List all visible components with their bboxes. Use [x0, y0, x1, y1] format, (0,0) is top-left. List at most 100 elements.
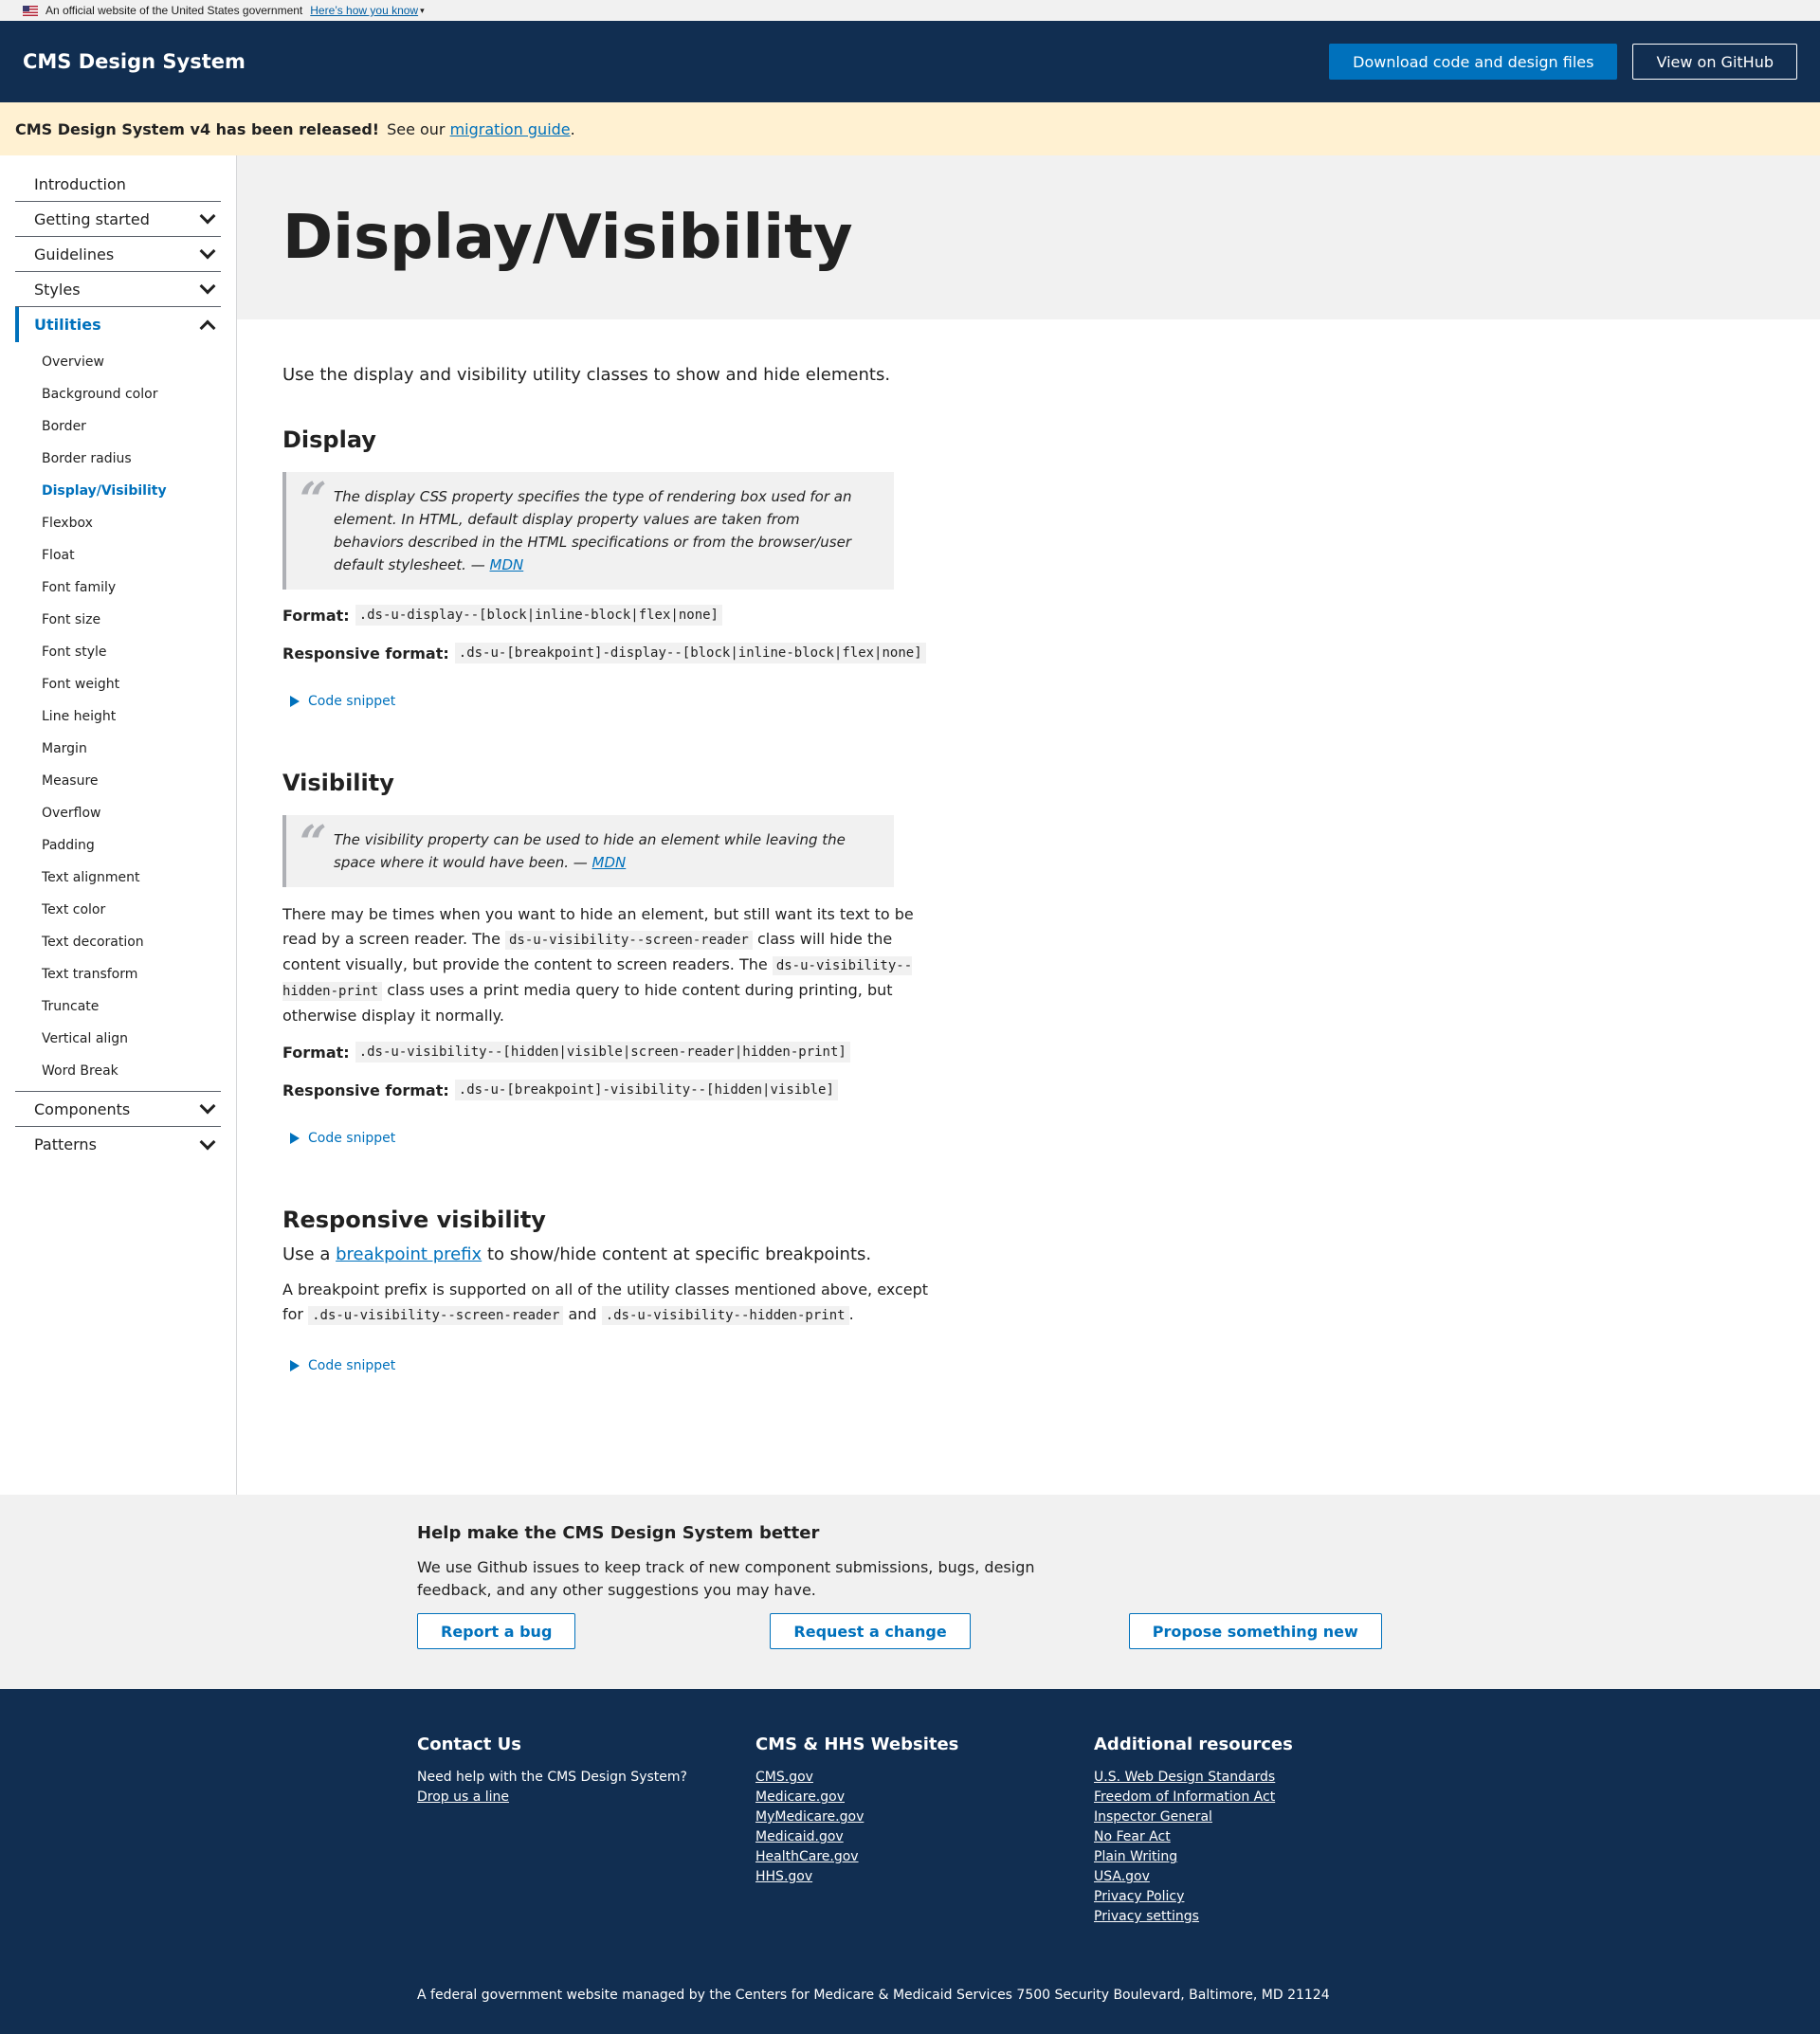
propose-new-button[interactable]: Propose something new — [1128, 1613, 1382, 1649]
footer-link[interactable]: MyMedicare.gov — [755, 1807, 1094, 1827]
format-code: .ds-u-display--[block|inline-block|flex|… — [355, 605, 722, 626]
migration-guide-link[interactable]: migration guide — [450, 120, 571, 138]
site-footer: Contact Us Need help with the CMS Design… — [0, 1689, 1820, 2034]
sidebar-item-introduction[interactable]: Introduction — [15, 167, 221, 202]
sidebar-item-utilities[interactable]: Utilities — [15, 307, 221, 342]
sidebar-bottom-group: Components Patterns — [15, 1091, 221, 1162]
subnav-item[interactable]: Float — [42, 539, 221, 572]
footer-link[interactable]: HHS.gov — [755, 1867, 1094, 1887]
download-button[interactable]: Download code and design files — [1329, 44, 1618, 80]
footer-link[interactable]: No Fear Act — [1094, 1827, 1432, 1847]
visibility-responsive-format: Responsive format: .ds-u-[breakpoint]-vi… — [282, 1080, 938, 1100]
chevron-down-icon — [199, 278, 216, 295]
code-snippet-toggle[interactable]: Code snippet — [290, 694, 938, 709]
responsive-lead-text: Use a — [282, 1244, 331, 1264]
footer-link[interactable]: Privacy settings — [1094, 1907, 1432, 1927]
sidebar-item-label: Components — [34, 1099, 131, 1118]
footer-websites: CMS & HHS Websites CMS.gov Medicare.gov … — [755, 1734, 1094, 1927]
inline-code: .ds-u-visibility--hidden-print — [601, 1306, 849, 1325]
mdn-link[interactable]: MDN — [592, 854, 627, 871]
sidebar-item-styles[interactable]: Styles — [15, 272, 221, 307]
display-quote: “ The display CSS property specifies the… — [282, 472, 894, 590]
subnav-item[interactable]: Vertical align — [42, 1023, 221, 1055]
subnav-item[interactable]: Overflow — [42, 797, 221, 829]
subnav-item[interactable]: Word Break — [42, 1055, 221, 1087]
footer-contact-text: Need help with the CMS Design System? — [417, 1770, 687, 1785]
responsive-format-code: .ds-u-[breakpoint]-display--[block|inlin… — [454, 643, 926, 663]
responsive-text: . — [848, 1305, 854, 1323]
subnav-item[interactable]: Font size — [42, 604, 221, 636]
subnav-item[interactable]: Line height — [42, 700, 221, 733]
display-quote-text: The display CSS property specifies the t… — [334, 488, 852, 573]
subnav-item[interactable]: Margin — [42, 733, 221, 765]
footer-heading: Contact Us — [417, 1734, 522, 1754]
subnav-item[interactable]: Font weight — [42, 668, 221, 700]
subnav-item[interactable]: Background color — [42, 378, 221, 410]
subnav-item[interactable]: Measure — [42, 765, 221, 797]
subnav-item-current[interactable]: Display/Visibility — [42, 475, 221, 507]
subnav-item[interactable]: Text transform — [42, 958, 221, 990]
chevron-up-icon — [199, 319, 216, 336]
footer-link[interactable]: Privacy Policy — [1094, 1887, 1432, 1907]
footer-link[interactable]: Plain Writing — [1094, 1847, 1432, 1867]
main-content: Display/Visibility Use the display and v… — [237, 155, 1820, 1495]
sidebar-item-components[interactable]: Components — [15, 1092, 221, 1127]
footer-link[interactable]: Medicaid.gov — [755, 1827, 1094, 1847]
release-banner: CMS Design System v4 has been released! … — [0, 102, 1820, 155]
gov-banner-link[interactable]: Here’s how you know — [310, 4, 418, 17]
gov-banner: An official website of the United States… — [0, 0, 1820, 21]
footer-heading: CMS & HHS Websites — [755, 1734, 959, 1754]
chevron-down-icon — [199, 208, 216, 225]
footer-link[interactable]: CMS.gov — [755, 1768, 1094, 1788]
mdn-link[interactable]: MDN — [490, 556, 524, 573]
feedback-heading: Help make the CMS Design System better — [417, 1523, 820, 1543]
subnav-item[interactable]: Overview — [42, 346, 221, 378]
responsive-lead-text: to show/hide content at specific breakpo… — [486, 1244, 872, 1264]
footer-link[interactable]: Medicare.gov — [755, 1788, 1094, 1807]
triangle-right-icon — [290, 1360, 300, 1371]
footer-heading: Additional resources — [1094, 1734, 1293, 1754]
subnav-item[interactable]: Text decoration — [42, 926, 221, 958]
footer-link[interactable]: Drop us a line — [417, 1788, 755, 1807]
subnav-item[interactable]: Truncate — [42, 990, 221, 1023]
subnav-item[interactable]: Flexbox — [42, 507, 221, 539]
display-format: Format: .ds-u-display--[block|inline-blo… — [282, 605, 938, 626]
sidebar-item-label: Styles — [34, 280, 81, 299]
subnav-item[interactable]: Font family — [42, 572, 221, 604]
sidebar-item-guidelines[interactable]: Guidelines — [15, 237, 221, 272]
code-snippet-toggle[interactable]: Code snippet — [290, 1358, 938, 1373]
subnav-item[interactable]: Text alignment — [42, 862, 221, 894]
subnav-item[interactable]: Font style — [42, 636, 221, 668]
subnav-item[interactable]: Padding — [42, 829, 221, 862]
sidebar-item-label: Utilities — [34, 316, 101, 334]
sidebar-nav: Introduction Getting started Guidelines … — [0, 155, 237, 1495]
utilities-subnav: Overview Background color Border Border … — [15, 342, 221, 1091]
report-bug-button[interactable]: Report a bug — [417, 1613, 576, 1649]
sidebar-item-patterns[interactable]: Patterns — [15, 1127, 221, 1162]
responsive-format-label: Responsive format: — [282, 644, 449, 663]
subnav-item[interactable]: Border radius — [42, 443, 221, 475]
subnav-item[interactable]: Text color — [42, 894, 221, 926]
github-button[interactable]: View on GitHub — [1632, 44, 1797, 80]
footer-link[interactable]: Freedom of Information Act — [1094, 1788, 1432, 1807]
quote-icon: “ — [300, 814, 327, 870]
footer-link[interactable]: USA.gov — [1094, 1867, 1432, 1887]
subnav-item[interactable]: Border — [42, 410, 221, 443]
breakpoint-prefix-link[interactable]: breakpoint prefix — [336, 1244, 482, 1264]
footer-columns: Contact Us Need help with the CMS Design… — [417, 1734, 1820, 1927]
footer-link[interactable]: U.S. Web Design Standards — [1094, 1768, 1432, 1788]
sidebar-item-getting-started[interactable]: Getting started — [15, 202, 221, 237]
inline-code: ds-u-visibility--screen-reader — [505, 931, 753, 950]
visibility-quote: “ The visibility property can be used to… — [282, 815, 894, 887]
brand-title[interactable]: CMS Design System — [23, 50, 246, 73]
footer-link[interactable]: HealthCare.gov — [755, 1847, 1094, 1867]
footer-resources: Additional resources U.S. Web Design Sta… — [1094, 1734, 1432, 1927]
request-change-button[interactable]: Request a change — [770, 1613, 971, 1649]
sidebar-item-label: Getting started — [34, 209, 150, 228]
code-snippet-label: Code snippet — [308, 694, 396, 709]
code-snippet-label: Code snippet — [308, 1358, 396, 1373]
code-snippet-toggle[interactable]: Code snippet — [290, 1131, 938, 1146]
triangle-right-icon — [290, 696, 300, 707]
feedback-section: Help make the CMS Design System better W… — [0, 1495, 1820, 1689]
footer-link[interactable]: Inspector General — [1094, 1807, 1432, 1827]
